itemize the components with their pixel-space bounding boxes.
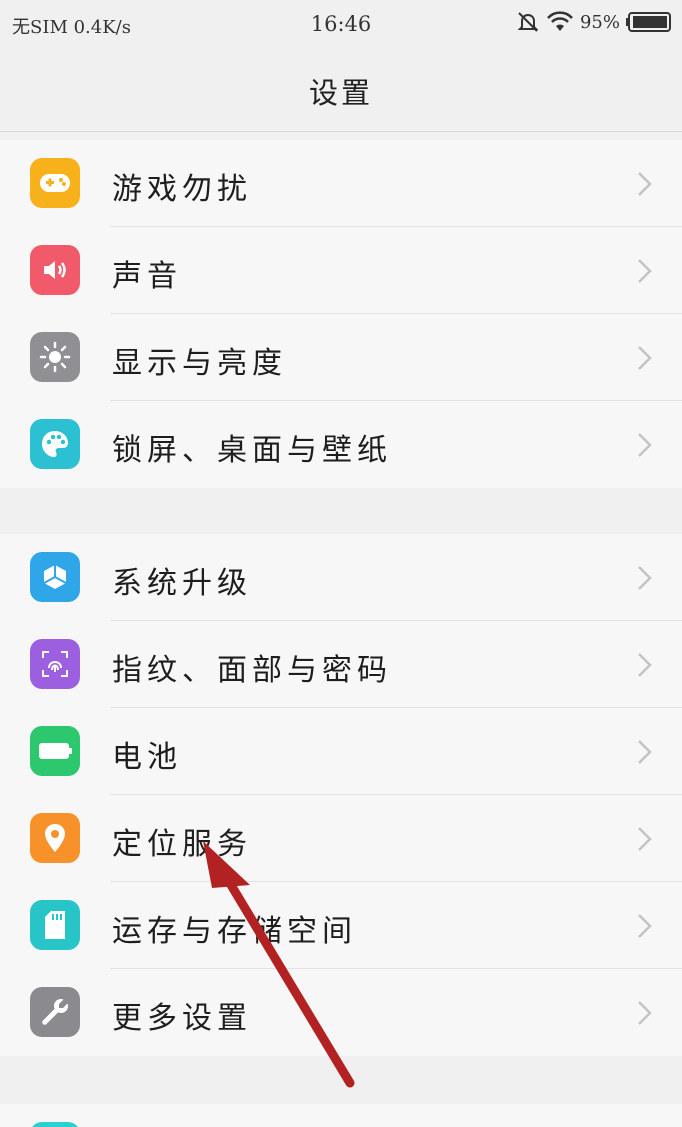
setting-label: 运存与存储空间 xyxy=(112,914,357,949)
gamepad-icon xyxy=(30,158,80,208)
speaker-icon xyxy=(30,245,80,295)
sun-icon xyxy=(30,332,80,382)
setting-row-sound[interactable]: 声音 xyxy=(0,227,682,314)
setting-row-fingerprint-face-password[interactable]: 指纹、面部与密码 xyxy=(0,621,682,708)
settings-group-1: 游戏勿扰 声音 显示与亮度 锁屏、桌面与壁纸 xyxy=(0,140,682,488)
setting-label: 声音 xyxy=(112,259,182,294)
setting-row-system-update[interactable]: 系统升级 xyxy=(0,534,682,621)
setting-label: 游戏勿扰 xyxy=(112,172,252,207)
setting-row-battery[interactable]: 电池 xyxy=(0,708,682,795)
location-pin-icon xyxy=(30,813,80,863)
setting-label: 指纹、面部与密码 xyxy=(112,653,392,688)
chevron-right-icon xyxy=(638,740,652,764)
chevron-right-icon xyxy=(638,566,652,590)
chevron-right-icon xyxy=(638,346,652,370)
status-indicators: 95% xyxy=(516,10,672,34)
setting-label: 系统升级 xyxy=(112,566,252,601)
settings-group-3-partial xyxy=(0,1104,682,1127)
setting-row-memory-storage[interactable]: 运存与存储空间 xyxy=(0,882,682,969)
chevron-right-icon xyxy=(638,914,652,938)
battery-icon xyxy=(30,726,80,776)
chevron-right-icon xyxy=(638,172,652,196)
title-bar: 设置 xyxy=(0,48,682,132)
palette-icon xyxy=(30,419,80,469)
chevron-right-icon xyxy=(638,653,652,677)
chevron-right-icon xyxy=(638,1001,652,1025)
battery-percent: 95% xyxy=(579,11,620,33)
setting-label: 锁屏、桌面与壁纸 xyxy=(112,433,392,468)
alarm-off-icon xyxy=(517,12,539,32)
setting-label: 定位服务 xyxy=(112,827,252,862)
battery-status-icon xyxy=(626,12,671,32)
setting-row-more-settings[interactable]: 更多设置 xyxy=(0,969,682,1056)
chevron-right-icon xyxy=(638,827,652,851)
settings-group-2: 系统升级 指纹、面部与密码 电池 定位服务 运存与存储空间 更多设置 xyxy=(0,534,682,1056)
setting-row-location-services[interactable]: 定位服务 xyxy=(0,795,682,882)
chevron-right-icon xyxy=(638,259,652,283)
system-update-icon xyxy=(30,552,80,602)
page-title: 设置 xyxy=(308,76,373,110)
sd-card-icon xyxy=(30,900,80,950)
setting-label: 更多设置 xyxy=(112,1001,252,1036)
setting-label: 显示与亮度 xyxy=(112,346,287,381)
chevron-right-icon xyxy=(638,433,652,457)
fingerprint-icon xyxy=(30,639,80,689)
status-bar: 无SIM 0.4K/s 16:46 95% xyxy=(0,0,682,48)
wrench-icon xyxy=(30,987,80,1037)
setting-label: 电池 xyxy=(112,740,182,775)
setting-row-lockscreen-wallpaper[interactable]: 锁屏、桌面与壁纸 xyxy=(0,401,682,488)
app-icon xyxy=(30,1122,80,1127)
wifi-icon xyxy=(547,11,573,31)
setting-row-game-mode[interactable]: 游戏勿扰 xyxy=(0,140,682,227)
setting-row-display-brightness[interactable]: 显示与亮度 xyxy=(0,314,682,401)
